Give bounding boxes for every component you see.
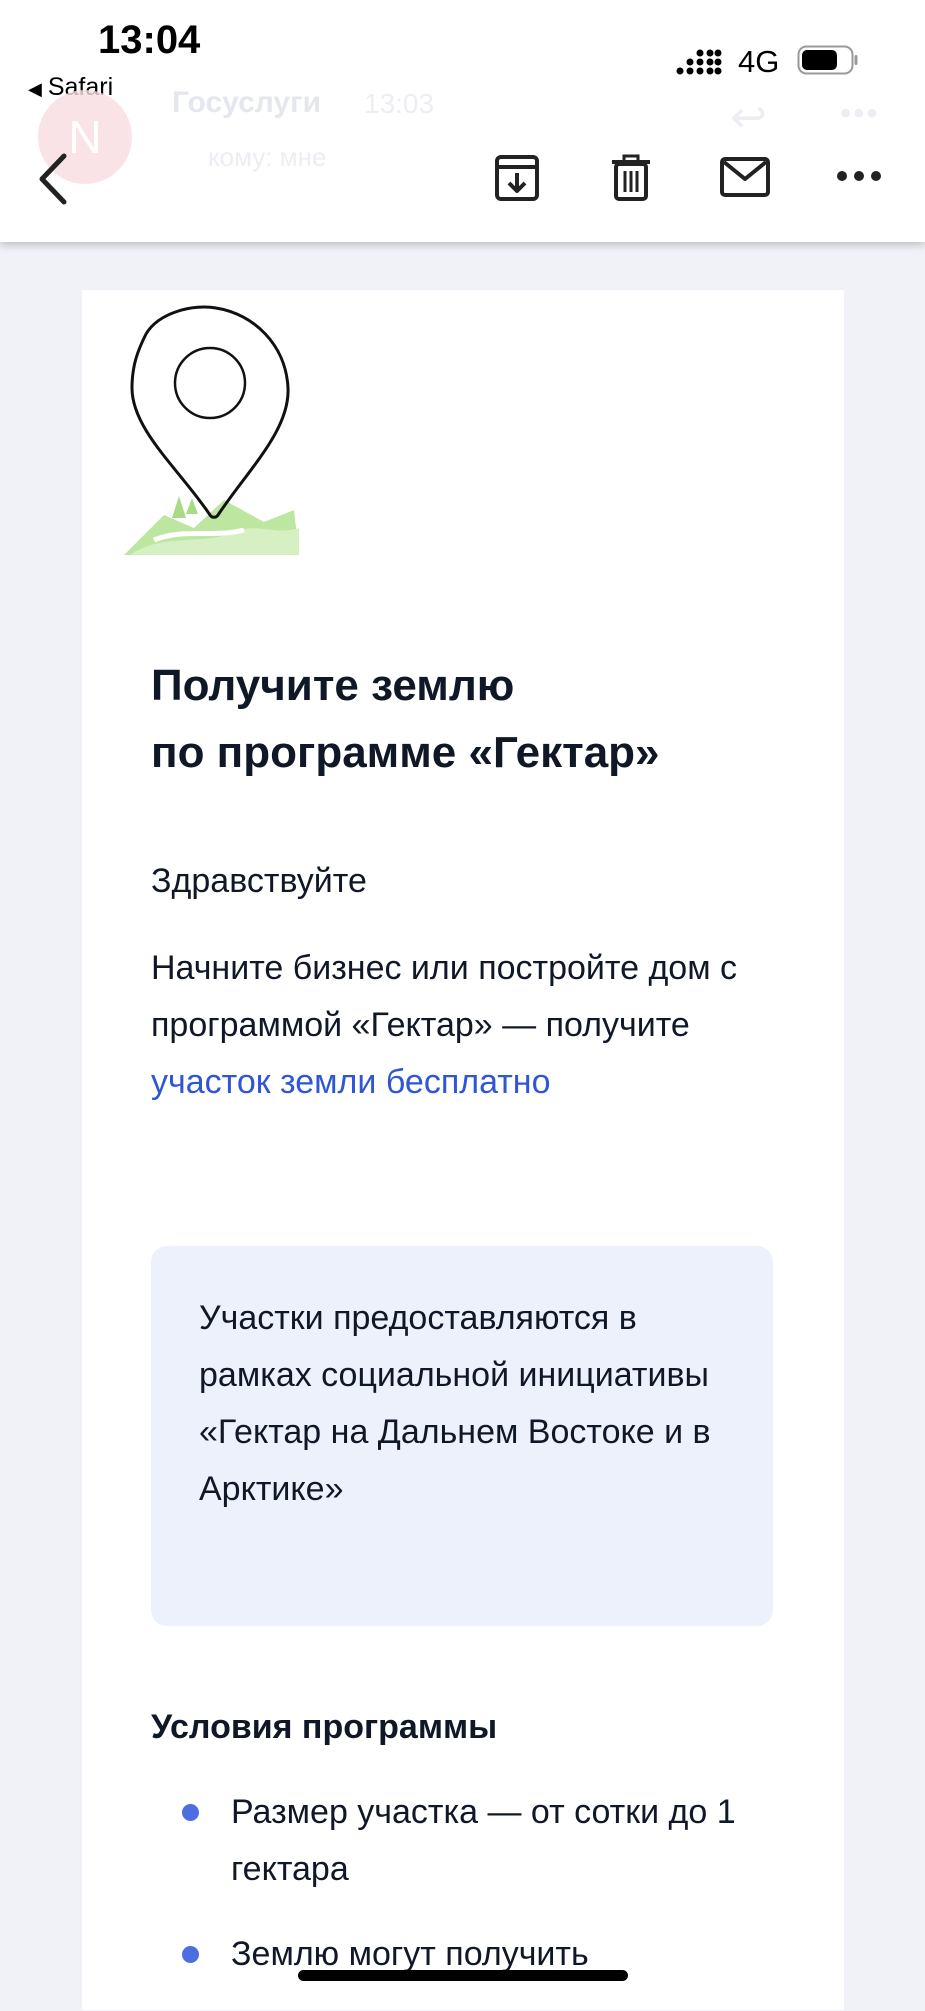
home-indicator[interactable]	[298, 1970, 628, 1981]
mail-icon[interactable]	[720, 157, 770, 197]
archive-icon[interactable]	[494, 154, 540, 202]
free-land-link[interactable]: участок земли бесплатно	[151, 1063, 550, 1101]
notice-text: Участки предоставляются в рамках социаль…	[199, 1299, 711, 1508]
intro-text: Начните бизнес или постройте дом с прогр…	[151, 949, 738, 1044]
greeting: Здравствуйте	[151, 862, 367, 900]
trash-icon[interactable]	[610, 154, 652, 202]
back-icon[interactable]	[34, 150, 74, 208]
status-time: 13:04	[98, 18, 201, 62]
condition-text: Землю могут получить	[231, 1935, 589, 1973]
more-icon[interactable]	[836, 166, 882, 186]
top-toolbar: 13:04 ◀ Safari 4G N Госуслуги 13:03 кому:…	[0, 0, 925, 242]
sender-name: Госуслуги	[172, 86, 322, 119]
map-pin-land-illustration	[124, 305, 299, 555]
bullet-icon	[182, 1804, 199, 1821]
reply-icon: ↩	[730, 93, 767, 142]
email-title: Получите землю по программе «Гектар»	[151, 652, 791, 786]
title-line-2: по программе «Гектар»	[151, 728, 660, 777]
notice-box: Участки предоставляются в рамках социаль…	[151, 1246, 773, 1626]
title-line-1: Получите землю	[151, 661, 515, 710]
recipient-label: кому: мне	[208, 142, 327, 172]
mail-time: 13:03	[364, 88, 435, 119]
list-item: Размер участка — от сотки до 1 гектара	[151, 1784, 771, 1898]
signal-icon	[676, 49, 722, 75]
network-type: 4G	[738, 44, 780, 79]
bullet-icon	[182, 1946, 199, 1963]
condition-text: Размер участка — от сотки до 1 гектара	[231, 1793, 736, 1888]
back-triangle-icon: ◀	[28, 79, 42, 99]
header-more-icon: •••	[840, 95, 880, 131]
intro-paragraph: Начните бизнес или постройте дом с прогр…	[151, 940, 751, 1111]
conditions-title: Условия программы	[151, 1708, 498, 1746]
battery-icon	[797, 45, 858, 75]
